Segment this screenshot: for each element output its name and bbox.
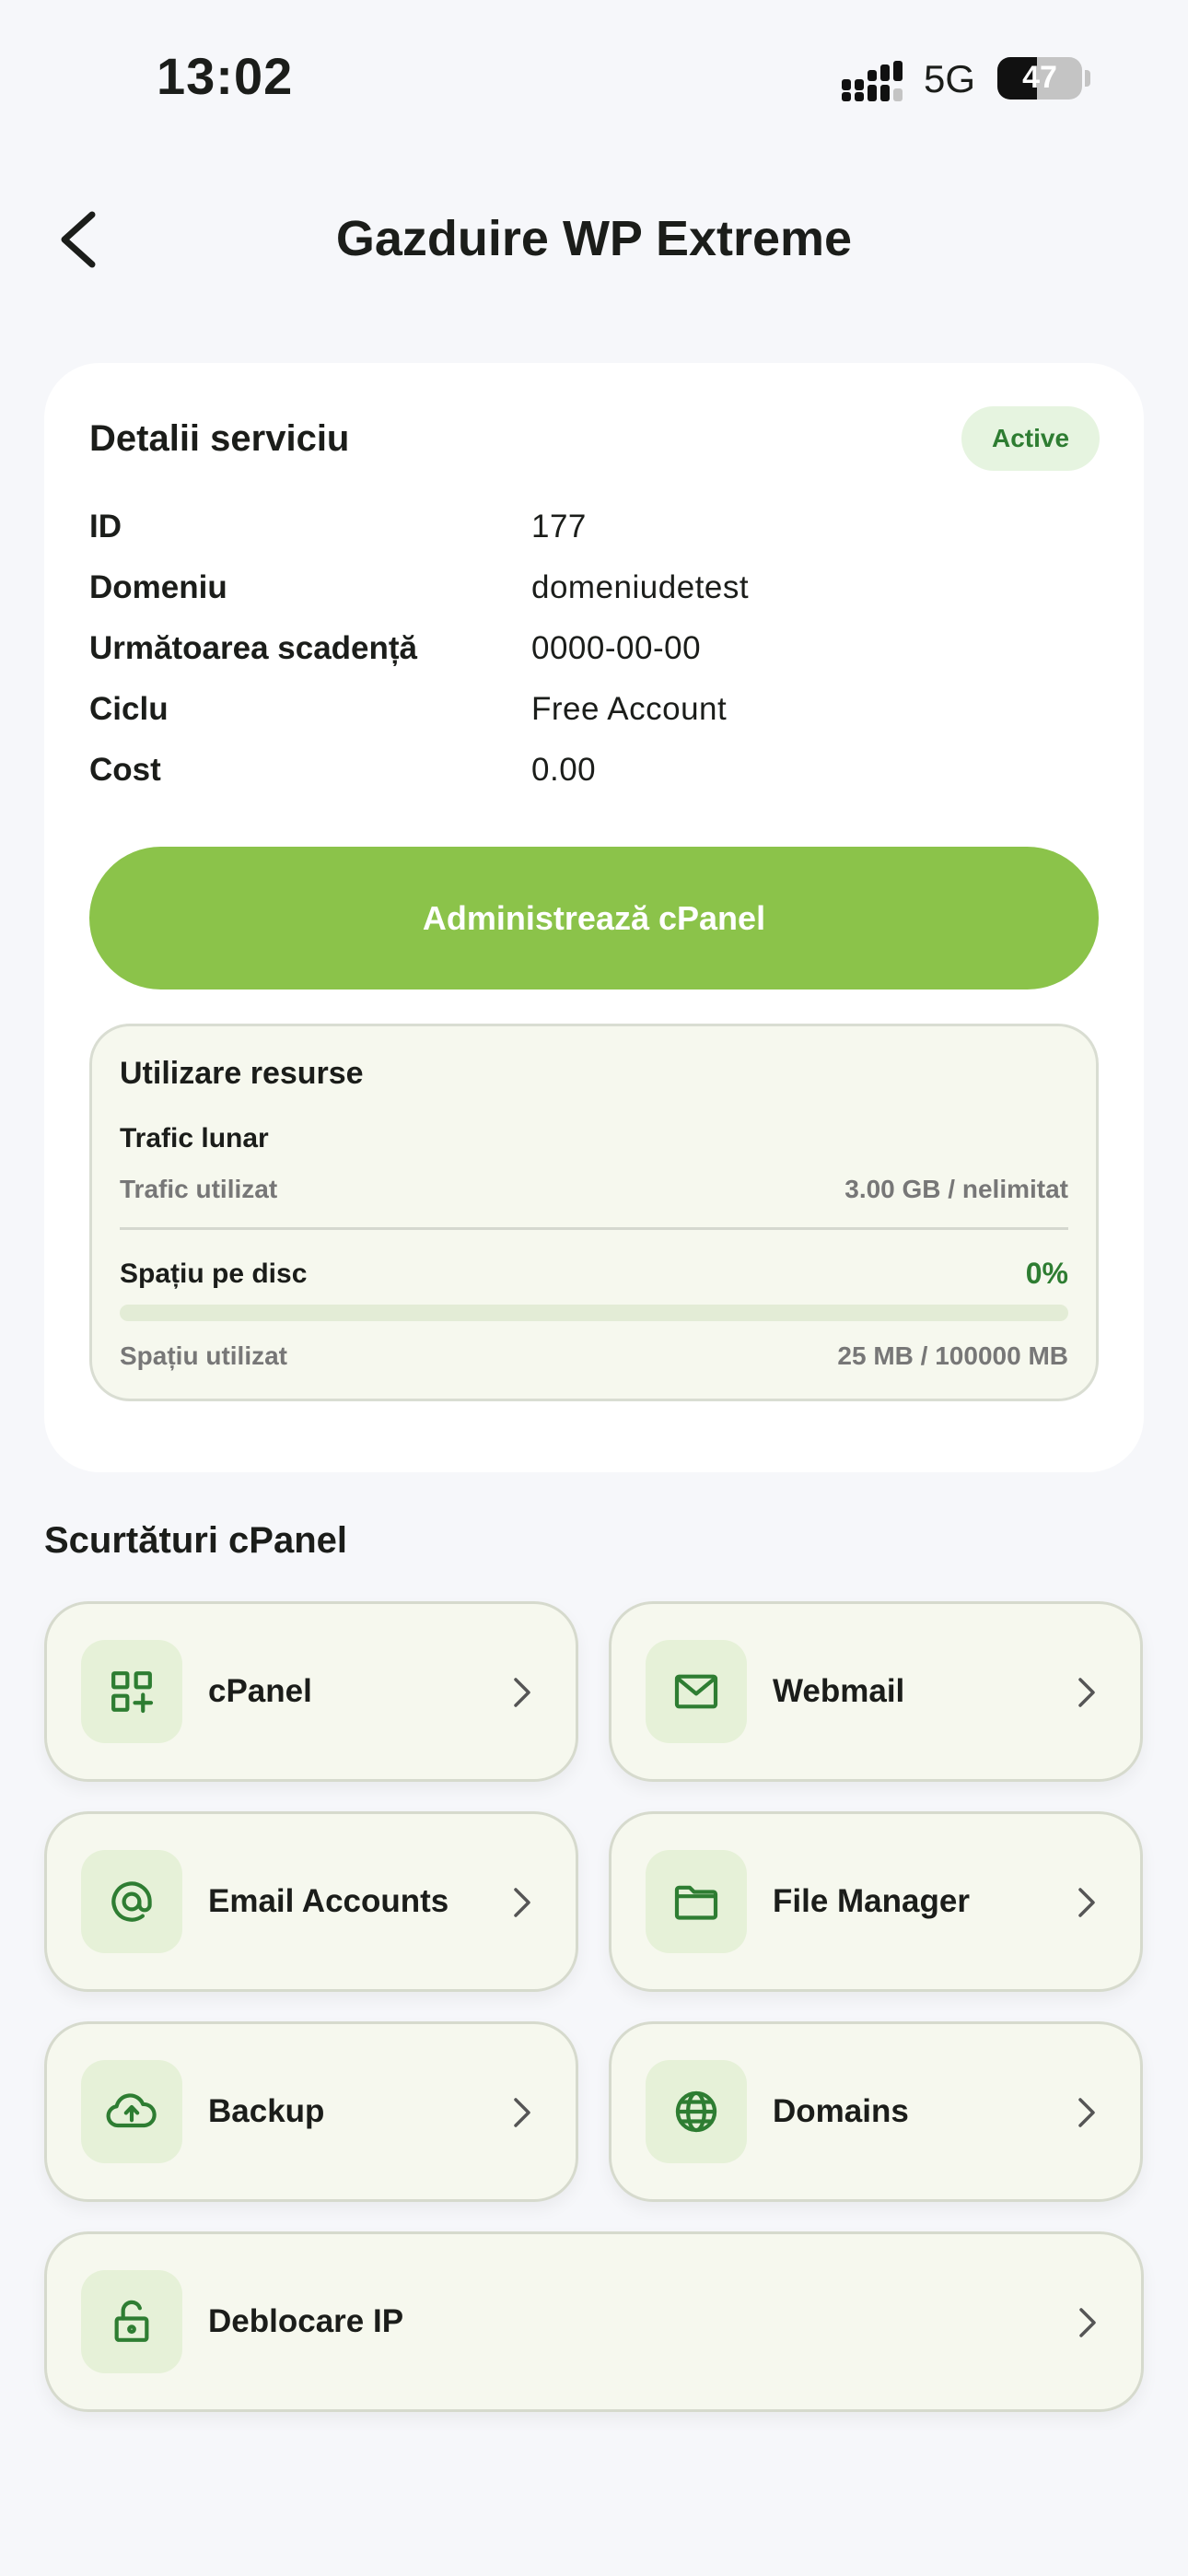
unlock-icon	[81, 2270, 182, 2373]
shortcut-label: Webmail	[773, 1673, 905, 1709]
shortcut-cpanel[interactable]: cPanel	[44, 1601, 578, 1782]
row-value-cycle: Free Account	[531, 691, 728, 727]
resource-divider	[120, 1227, 1068, 1230]
back-chevron-icon[interactable]	[55, 207, 101, 272]
row-value-due-date: 0000-00-00	[531, 630, 702, 666]
chevron-right-icon	[514, 1888, 530, 1917]
traffic-used-label: Trafic utilizat	[120, 1175, 278, 1203]
shortcut-label: Domains	[773, 2093, 909, 2129]
shortcut-label: File Manager	[773, 1883, 970, 1919]
network-type: 5G	[924, 57, 976, 100]
status-time: 13:02	[157, 47, 294, 105]
shortcut-email-accounts[interactable]: Email Accounts	[44, 1811, 578, 1992]
at-sign-icon	[81, 1850, 182, 1953]
traffic-title: Trafic lunar	[120, 1123, 269, 1153]
shortcut-label: Backup	[208, 2093, 325, 2129]
row-value-domain: domeniudetest	[531, 569, 750, 605]
folder-icon	[646, 1850, 747, 1953]
chevron-right-icon	[1078, 1888, 1095, 1917]
disk-percent: 0%	[1025, 1257, 1068, 1290]
battery-percent: 47	[1022, 60, 1057, 95]
shortcut-unblock-ip[interactable]: Deblocare IP	[44, 2231, 1144, 2412]
row-label-due-date: Următoarea scadență	[89, 630, 417, 666]
chevron-right-icon	[1078, 2098, 1095, 2127]
chevron-right-icon	[1079, 2308, 1096, 2337]
row-value-cost: 0.00	[531, 752, 597, 788]
disk-used-label: Spațiu utilizat	[120, 1341, 287, 1370]
card-title: Detalii serviciu	[89, 418, 350, 459]
row-label-cycle: Ciclu	[89, 691, 169, 727]
page-title: Gazduire WP Extreme	[335, 211, 853, 266]
manage-cpanel-button[interactable]: Administrează cPanel	[89, 847, 1099, 989]
shortcuts-title: Scurtături cPanel	[44, 1520, 348, 1561]
shortcut-domains[interactable]: Domains	[609, 2021, 1143, 2202]
signal-icon	[842, 61, 903, 101]
disk-progress-bar	[120, 1305, 1068, 1321]
battery-icon: 47	[997, 57, 1082, 100]
disk-title: Spațiu pe disc	[120, 1259, 308, 1289]
traffic-used-value: 3.00 GB / nelimitat	[844, 1175, 1068, 1203]
row-label-domain: Domeniu	[89, 569, 227, 605]
mail-icon	[646, 1640, 747, 1743]
shortcut-label: Deblocare IP	[208, 2303, 404, 2339]
shortcut-webmail[interactable]: Webmail	[609, 1601, 1143, 1782]
shortcut-label: Email Accounts	[208, 1883, 449, 1919]
resource-usage-title: Utilizare resurse	[120, 1056, 364, 1091]
apps-add-icon	[81, 1640, 182, 1743]
shortcut-file-manager[interactable]: File Manager	[609, 1811, 1143, 1992]
chevron-right-icon	[514, 1678, 530, 1707]
battery-cap	[1085, 70, 1090, 87]
cloud-upload-icon	[81, 2060, 182, 2163]
chevron-right-icon	[514, 2098, 530, 2127]
globe-icon	[646, 2060, 747, 2163]
row-label-cost: Cost	[89, 752, 161, 788]
shortcut-label: cPanel	[208, 1673, 312, 1709]
disk-used-value: 25 MB / 100000 MB	[837, 1341, 1068, 1370]
row-value-id: 177	[531, 509, 587, 544]
status-badge: Active	[961, 406, 1100, 471]
shortcut-backup[interactable]: Backup	[44, 2021, 578, 2202]
row-label-id: ID	[89, 509, 122, 544]
chevron-right-icon	[1078, 1678, 1095, 1707]
